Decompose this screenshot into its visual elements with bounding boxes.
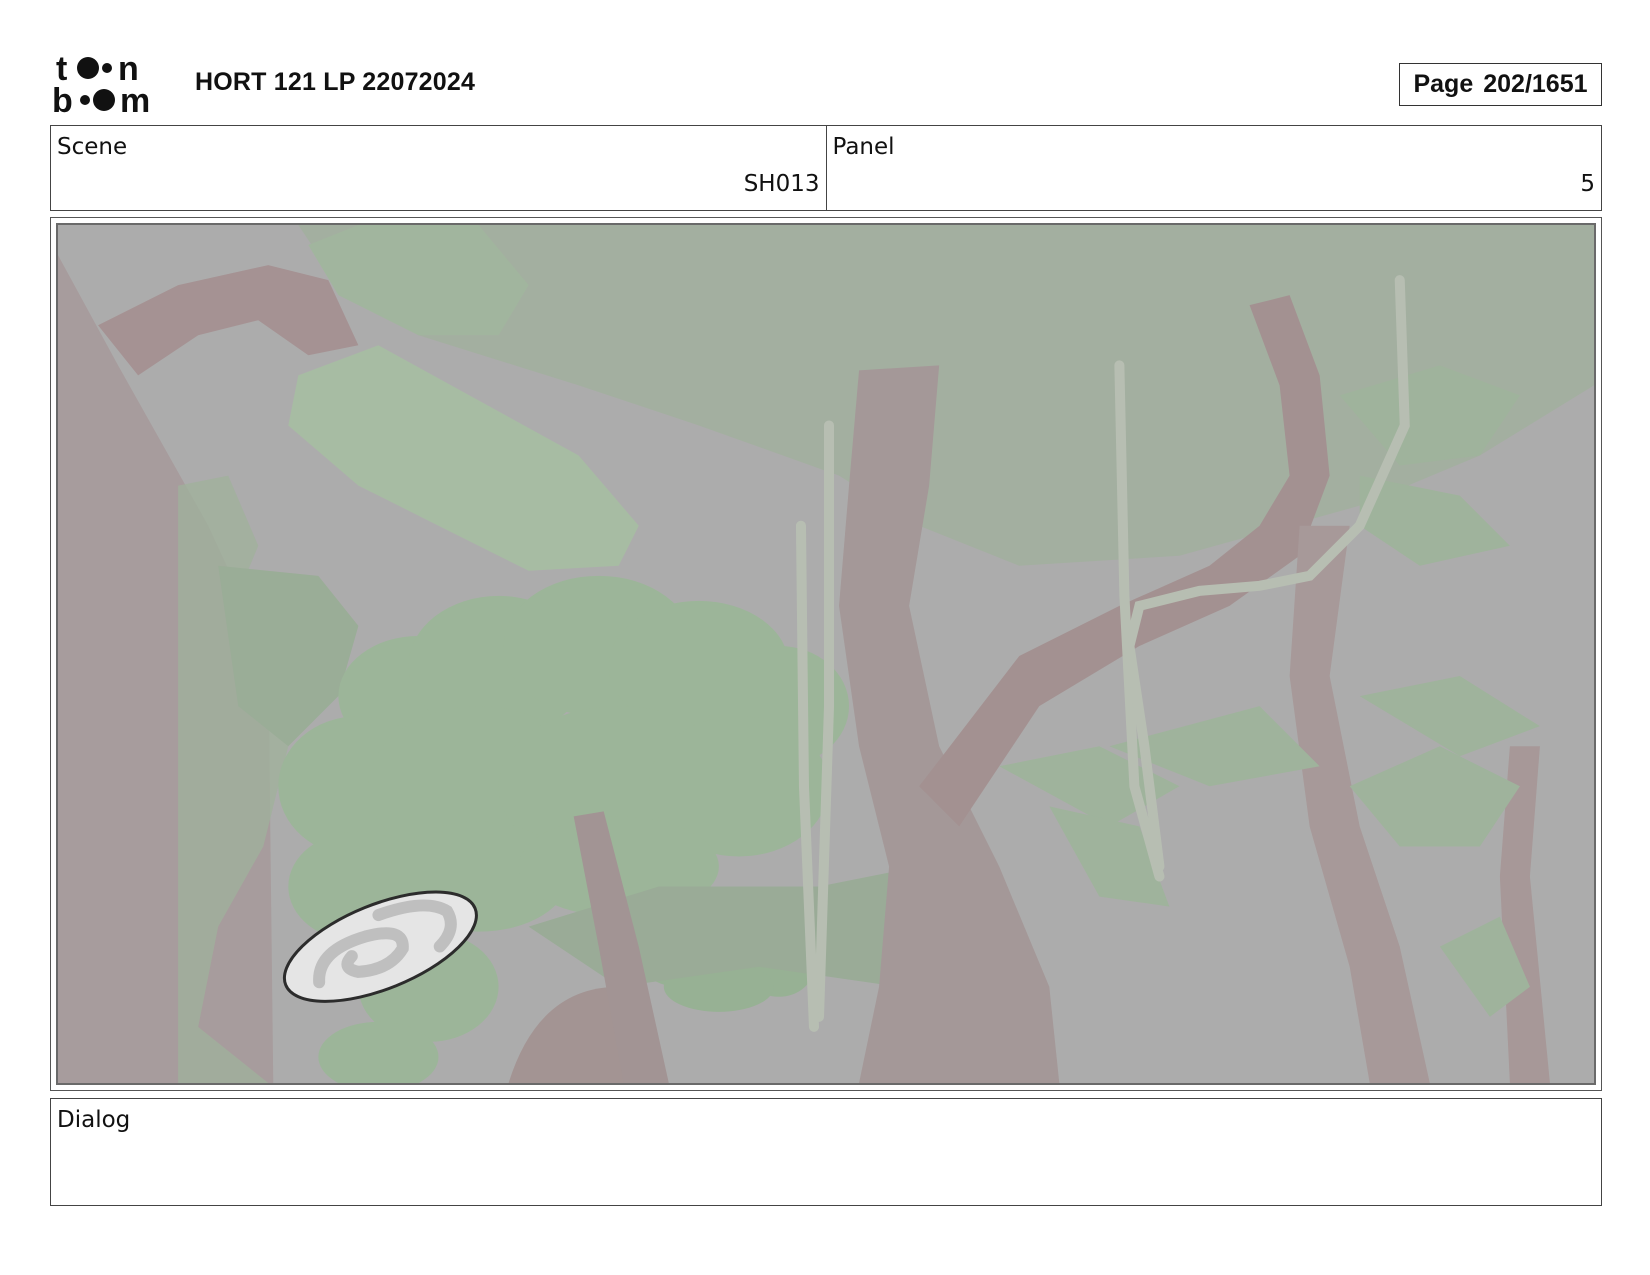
scene-label: Scene	[57, 134, 128, 160]
jungle-scene-illustration	[58, 225, 1594, 1083]
svg-text:m: m	[120, 82, 150, 116]
page-number: 202/1651	[1483, 70, 1588, 98]
panel-cell: Panel 5	[825, 126, 1602, 210]
page-indicator: Page 202/1651	[1399, 63, 1602, 106]
panel-value: 5	[1580, 171, 1595, 197]
toon-boom-logo-icon: t n b m	[52, 50, 150, 120]
dialog-box: Dialog	[50, 1098, 1602, 1206]
storyboard-panel-image	[56, 223, 1596, 1085]
storyboard-panel-frame	[50, 217, 1602, 1091]
scene-value: SH013	[743, 171, 820, 197]
svg-text:b: b	[52, 82, 73, 116]
page-label: Page	[1413, 70, 1474, 98]
panel-label: Panel	[832, 134, 895, 160]
scene-panel-row: Scene SH013 Panel 5	[50, 125, 1602, 211]
scene-cell: Scene SH013	[51, 126, 826, 210]
dialog-label: Dialog	[57, 1107, 131, 1133]
toon-boom-logo: t n b m	[52, 50, 170, 120]
document-title: HORT 121 LP 22072024	[195, 68, 476, 96]
